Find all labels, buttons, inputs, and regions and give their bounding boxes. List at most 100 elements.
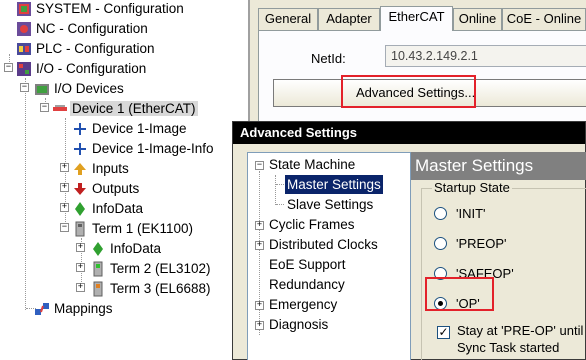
infodata-icon [75,202,85,216]
startup-state-legend: Startup State [432,180,512,195]
nav-cyclic-frames[interactable]: Cyclic Frames [269,215,355,234]
project-tree: − − − + + + − + + + SYSTEM - Configurati… [0,0,248,360]
collapse-icon[interactable]: − [4,63,13,72]
tree-item-outputs[interactable]: Outputs [72,179,141,199]
io-devices-icon [35,84,49,95]
tree-line [275,175,276,205]
stay-preop-label: Stay at 'PRE-OP' until Sync Task started [457,322,583,356]
tree-item-io[interactable]: I/O - Configuration [16,59,148,79]
tree-item-label: I/O Devices [54,81,124,96]
dialog-title: Advanced Settings [233,122,585,144]
expand-icon[interactable]: + [60,203,69,212]
image-info-icon [74,143,86,155]
expand-icon[interactable]: + [60,163,69,172]
tree-item-term-3[interactable]: Term 3 (EL6688) [90,279,213,299]
tree-item-mappings[interactable]: Mappings [34,299,115,319]
tree-item-label: InfoData [92,201,144,216]
netid-field[interactable]: 10.43.2.149.2.1 [385,45,586,67]
advanced-settings-dialog: Advanced Settings − State Machine Master… [232,121,586,360]
collapse-icon[interactable]: − [20,83,29,92]
tab-online[interactable]: Online [453,8,502,30]
nav-distributed-clocks[interactable]: Distributed Clocks [269,235,378,254]
tree-item-label: Term 1 (EK1100) [92,221,194,236]
tree-item-label: Device 1-Image-Info [92,141,214,156]
nav-master-settings[interactable]: Master Settings [285,175,383,194]
nav-state-machine[interactable]: State Machine [269,155,355,174]
radio-preop-label: 'PREOP' [456,236,507,251]
tree-item-device-1-image[interactable]: Device 1-Image [72,119,189,139]
nav-eoe-support[interactable]: EoE Support [269,255,346,274]
tree-item-plc[interactable]: PLC - Configuration [16,39,157,59]
collapse-icon[interactable]: − [40,103,49,112]
tree-item-infodata[interactable]: InfoData [72,199,145,219]
expand-icon[interactable]: + [76,243,85,252]
tab-general[interactable]: General [258,8,318,30]
expand-icon[interactable]: + [255,321,264,330]
system-icon [17,2,31,16]
ethercat-device-icon [53,105,67,111]
settings-nav-tree: − State Machine Master Settings Slave Se… [247,152,411,360]
tree-item-label: Outputs [92,181,140,196]
tree-line [259,171,260,335]
tree-line [276,184,284,185]
nav-emergency[interactable]: Emergency [269,295,337,314]
expand-icon[interactable]: + [255,221,264,230]
tree-item-label: NC - Configuration [36,21,148,36]
stay-preop-checkbox[interactable]: ✓ [437,326,450,339]
plc-icon [17,43,31,55]
tree-line [25,78,26,310]
tree-item-system[interactable]: SYSTEM - Configuration [16,0,186,19]
terminal-icon [93,261,103,277]
tree-item-label: Term 3 (EL6688) [110,281,211,296]
radio-init-label: 'INIT' [456,206,486,221]
terminal-icon [75,221,85,237]
tree-line [276,204,284,205]
netid-label: NetId: [311,51,346,66]
tree-item-term-1[interactable]: Term 1 (EK1100) [72,219,195,239]
tree-item-label: I/O - Configuration [36,61,147,76]
highlight-box [341,75,476,108]
tab-adapter[interactable]: Adapter [318,8,380,30]
infodata-icon [93,242,103,256]
radio-button-icon[interactable] [434,207,447,220]
tree-item-term-2[interactable]: Term 2 (EL3102) [90,259,213,279]
nav-slave-settings[interactable]: Slave Settings [287,195,373,214]
tree-item-label: Device 1-Image [92,121,187,136]
nav-diagnosis[interactable]: Diagnosis [269,315,328,334]
radio-button-icon[interactable] [434,237,447,250]
section-header: Master Settings [411,152,586,180]
tree-item-io-devices[interactable]: I/O Devices [34,79,126,99]
expand-icon[interactable]: + [60,183,69,192]
highlight-box [425,277,494,311]
tree-item-label: PLC - Configuration [36,41,155,56]
io-icon [17,62,31,76]
stay-preop-label-line1: Stay at 'PRE-OP' until [457,323,584,338]
nav-redundancy[interactable]: Redundancy [269,275,345,294]
image-icon [74,123,86,135]
tree-item-label: Inputs [92,161,129,176]
stay-preop-label-line2: Sync Task started [457,340,560,355]
mappings-icon [35,303,49,315]
expand-icon[interactable]: + [76,283,85,292]
tree-item-term-1-infodata[interactable]: InfoData [90,239,163,259]
tree-item-nc[interactable]: NC - Configuration [16,19,150,39]
tab-ethercat[interactable]: EtherCAT [380,6,453,31]
tree-item-inputs[interactable]: Inputs [72,159,131,179]
tree-item-device-1-ethercat[interactable]: Device 1 (EtherCAT) [52,99,198,119]
collapse-icon[interactable]: − [60,223,69,232]
terminal-icon [93,281,103,297]
tree-line [65,118,66,230]
tree-item-label: Device 1 (EtherCAT) [70,101,198,116]
expand-icon[interactable]: + [76,263,85,272]
collapse-icon[interactable]: − [255,161,264,170]
tree-item-device-1-image-info[interactable]: Device 1-Image-Info [72,139,216,159]
expand-icon[interactable]: + [255,241,264,250]
inputs-icon [74,163,86,175]
tab-coe-online[interactable]: CoE - Online [502,8,586,30]
tree-item-label: InfoData [110,241,162,256]
tree-item-label: Mappings [54,301,113,316]
tree-item-label: Term 2 (EL3102) [110,261,211,276]
expand-icon[interactable]: + [255,301,264,310]
tree-item-label: SYSTEM - Configuration [36,1,184,16]
outputs-icon [74,183,86,195]
